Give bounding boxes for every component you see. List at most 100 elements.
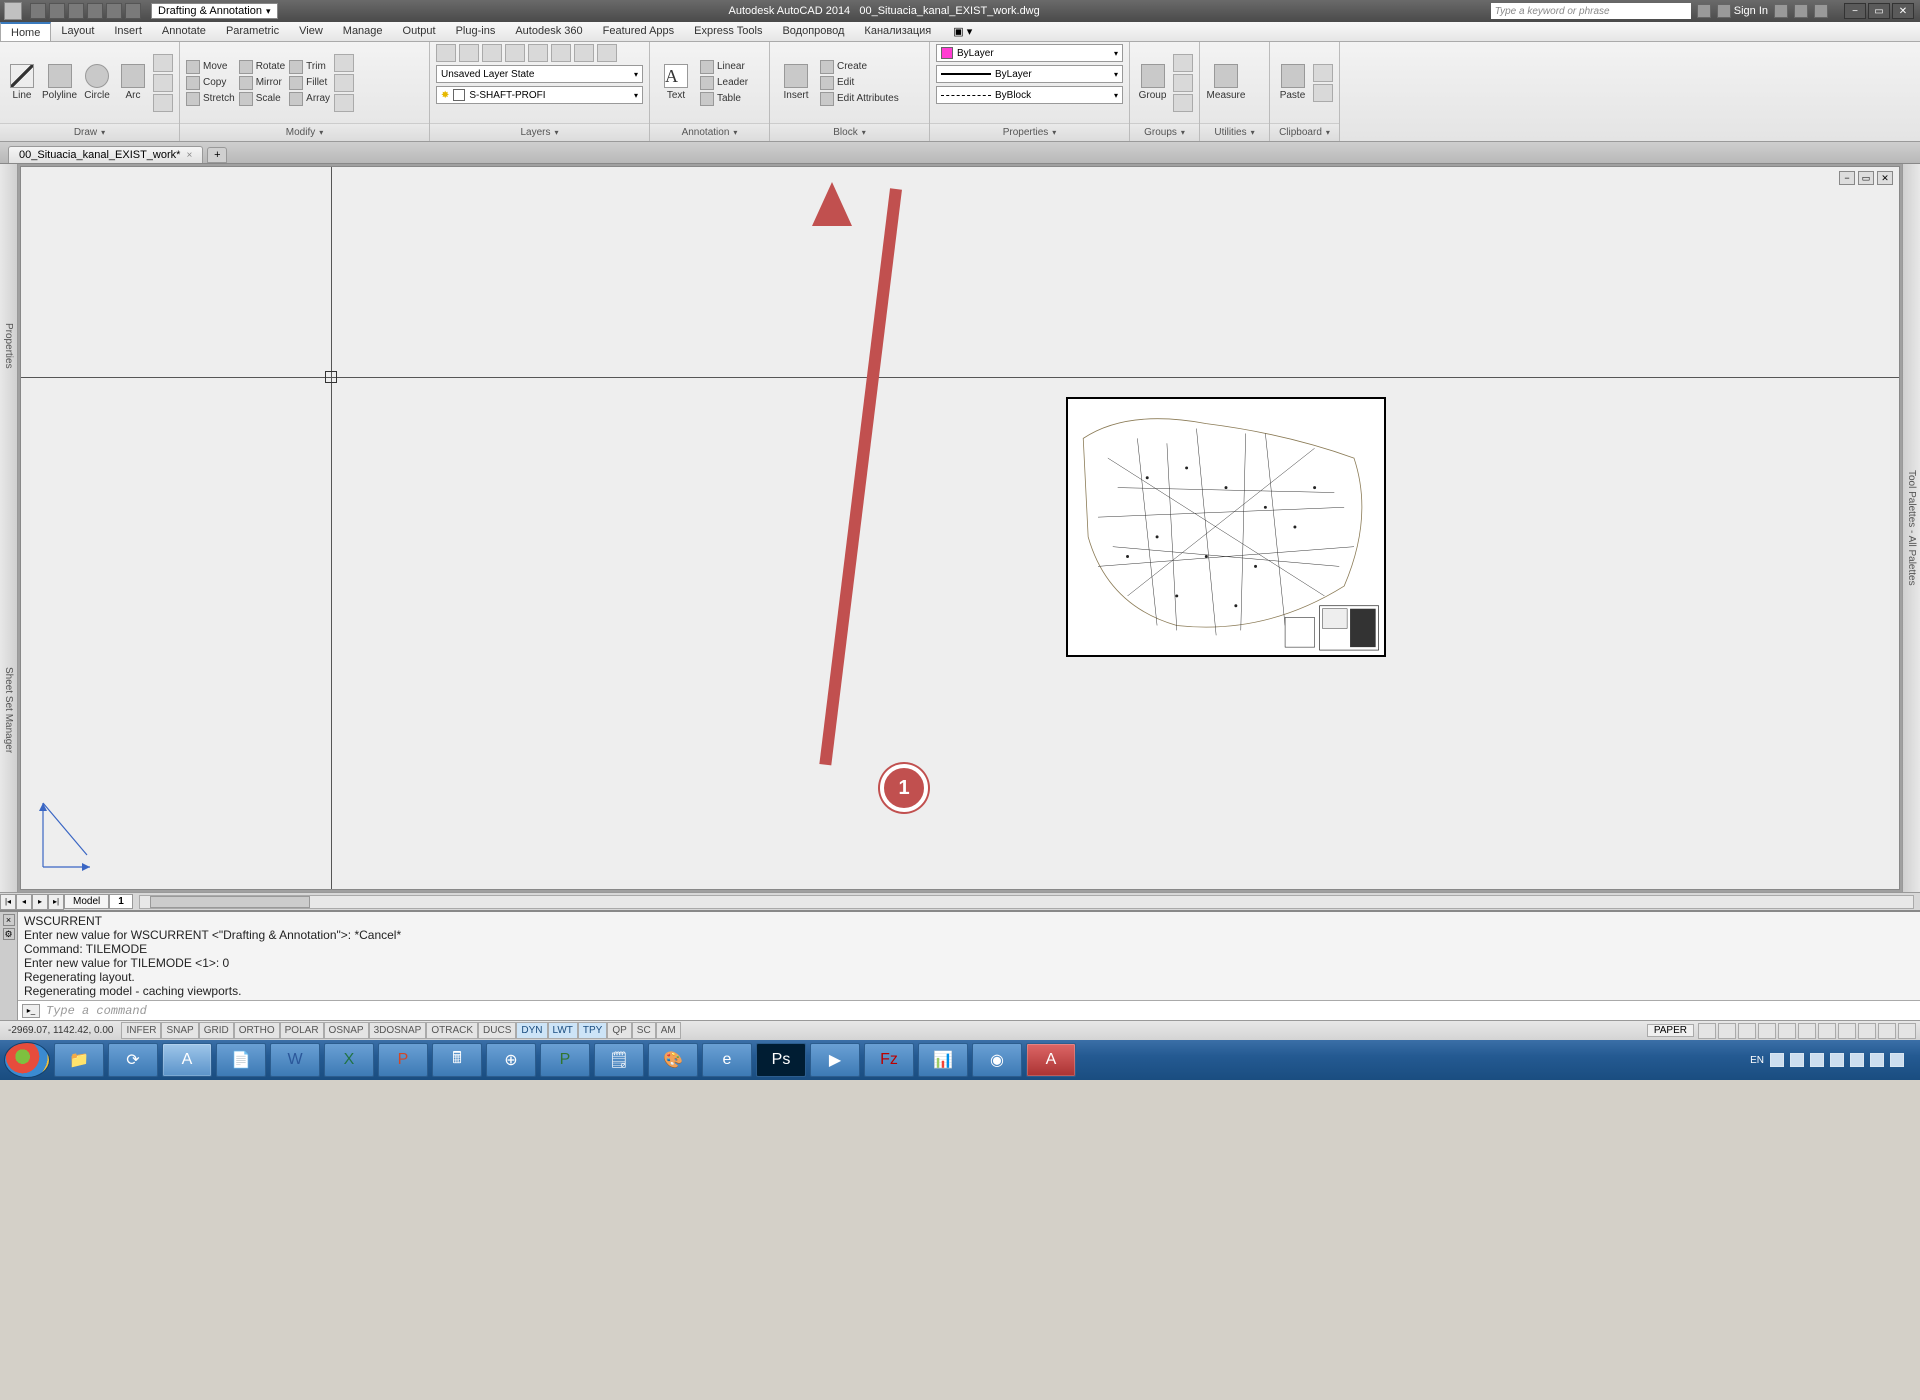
- app-logo[interactable]: [4, 2, 22, 20]
- toggle-qp[interactable]: QP: [607, 1022, 631, 1039]
- scale-button[interactable]: Scale: [239, 92, 285, 106]
- vp-min-icon[interactable]: −: [1839, 171, 1855, 185]
- taskbar-media[interactable]: ▶: [810, 1043, 860, 1077]
- layer-btn-7[interactable]: [574, 44, 594, 62]
- document-tab[interactable]: 00_Situacia_kanal_EXIST_work*×: [8, 146, 203, 163]
- stretch-button[interactable]: Stretch: [186, 92, 235, 106]
- modify-extra-1[interactable]: [334, 54, 354, 72]
- status-icon-8[interactable]: [1838, 1023, 1856, 1039]
- status-icon-1[interactable]: [1698, 1023, 1716, 1039]
- copy-button[interactable]: Copy: [186, 76, 235, 90]
- ribbon-expand-icon[interactable]: ▣ ▾: [945, 22, 980, 41]
- model-paper-toggle[interactable]: PAPER: [1647, 1024, 1694, 1037]
- layer-btn-4[interactable]: [505, 44, 525, 62]
- tray-icon-5[interactable]: [1850, 1053, 1864, 1067]
- group-extra-1[interactable]: [1173, 54, 1193, 72]
- tray-icon-3[interactable]: [1810, 1053, 1824, 1067]
- toggle-ortho[interactable]: ORTHO: [234, 1022, 280, 1039]
- layout-nav-last[interactable]: ▸|: [48, 894, 64, 910]
- status-icon-9[interactable]: [1858, 1023, 1876, 1039]
- toggle-osnap[interactable]: OSNAP: [324, 1022, 369, 1039]
- exchange-icon[interactable]: [1774, 4, 1788, 18]
- tab-featured[interactable]: Featured Apps: [593, 22, 685, 41]
- paste-button[interactable]: Paste: [1276, 64, 1309, 101]
- new-tab-button[interactable]: +: [207, 147, 227, 163]
- layout-nav-prev[interactable]: ◂: [16, 894, 32, 910]
- group-button[interactable]: Group: [1136, 64, 1169, 101]
- layer-btn-8[interactable]: [597, 44, 617, 62]
- panel-title-layers[interactable]: Layers: [430, 123, 649, 141]
- tab-a360[interactable]: Autodesk 360: [505, 22, 592, 41]
- layer-btn-1[interactable]: [436, 44, 456, 62]
- clip-extra-1[interactable]: [1313, 64, 1333, 82]
- line-button[interactable]: Line: [6, 64, 38, 101]
- taskbar-excel[interactable]: X: [324, 1043, 374, 1077]
- panel-title-draw[interactable]: Draw: [0, 123, 179, 141]
- taskbar-photoshop[interactable]: Ps: [756, 1043, 806, 1077]
- plot-icon[interactable]: [87, 3, 103, 19]
- tab-annotate[interactable]: Annotate: [152, 22, 216, 41]
- taskbar-notepad[interactable]: 📄: [216, 1043, 266, 1077]
- vp-max-icon[interactable]: ▭: [1858, 171, 1874, 185]
- toggle-polar[interactable]: POLAR: [280, 1022, 324, 1039]
- taskbar-app-3[interactable]: 📊: [918, 1043, 968, 1077]
- panel-title-clipboard[interactable]: Clipboard: [1270, 123, 1339, 141]
- taskbar-app-1[interactable]: ⟳: [108, 1043, 158, 1077]
- tab-layout[interactable]: Layout: [51, 22, 104, 41]
- tab-plugins[interactable]: Plug-ins: [446, 22, 506, 41]
- tray-volume-icon[interactable]: [1890, 1053, 1904, 1067]
- drawing-canvas[interactable]: − ▭ ✕: [20, 166, 1900, 890]
- coordinates-readout[interactable]: -2969.07, 1142.42, 0.00: [0, 1025, 121, 1036]
- undo-icon[interactable]: [106, 3, 122, 19]
- layout-nav-next[interactable]: ▸: [32, 894, 48, 910]
- tab-sewer[interactable]: Канализация: [854, 22, 941, 41]
- linear-button[interactable]: Linear: [700, 60, 748, 74]
- linetype-dropdown[interactable]: ByBlock: [936, 86, 1123, 104]
- array-button[interactable]: Array: [289, 92, 330, 106]
- tab-water[interactable]: Водопровод: [772, 22, 854, 41]
- status-icon-7[interactable]: [1818, 1023, 1836, 1039]
- h-scrollbar[interactable]: [139, 895, 1914, 909]
- tray-lang[interactable]: EN: [1750, 1055, 1764, 1066]
- panel-title-groups[interactable]: Groups: [1130, 123, 1199, 141]
- tray-icon-2[interactable]: [1790, 1053, 1804, 1067]
- new-icon[interactable]: [30, 3, 46, 19]
- edit-attr-button[interactable]: Edit Attributes: [820, 92, 899, 106]
- layer-btn-3[interactable]: [482, 44, 502, 62]
- status-icon-5[interactable]: [1778, 1023, 1796, 1039]
- taskbar-word[interactable]: W: [270, 1043, 320, 1077]
- arc-button[interactable]: Arc: [117, 64, 149, 101]
- trim-button[interactable]: Trim: [289, 60, 330, 74]
- layer-btn-2[interactable]: [459, 44, 479, 62]
- toggle-am[interactable]: AM: [656, 1022, 681, 1039]
- layer-state-dropdown[interactable]: Unsaved Layer State: [436, 65, 643, 83]
- sign-in-button[interactable]: Sign In: [1717, 4, 1768, 18]
- open-icon[interactable]: [49, 3, 65, 19]
- redo-icon[interactable]: [125, 3, 141, 19]
- help-search-input[interactable]: Type a keyword or phrase: [1491, 3, 1691, 19]
- toggle-infer[interactable]: INFER: [121, 1022, 161, 1039]
- taskbar-powerpoint[interactable]: P: [378, 1043, 428, 1077]
- status-icon-3[interactable]: [1738, 1023, 1756, 1039]
- toggle-sc[interactable]: SC: [632, 1022, 656, 1039]
- tab-home[interactable]: Home: [0, 22, 51, 41]
- close-button[interactable]: ✕: [1892, 3, 1914, 19]
- cmd-close-icon[interactable]: ×: [3, 914, 15, 926]
- taskbar-filezilla[interactable]: Fz: [864, 1043, 914, 1077]
- status-icon-10[interactable]: [1878, 1023, 1896, 1039]
- toggle-ducs[interactable]: DUCS: [478, 1022, 516, 1039]
- paper-viewport[interactable]: [1066, 397, 1386, 657]
- toggle-grid[interactable]: GRID: [199, 1022, 234, 1039]
- fillet-button[interactable]: Fillet: [289, 76, 330, 90]
- panel-title-utilities[interactable]: Utilities: [1200, 123, 1269, 141]
- command-prompt-icon[interactable]: ▸_: [22, 1004, 40, 1018]
- tray-icon-6[interactable]: [1870, 1053, 1884, 1067]
- tool-palettes-tab[interactable]: Tool Palettes - All Palettes: [1902, 164, 1920, 892]
- toggle-snap[interactable]: SNAP: [161, 1022, 198, 1039]
- taskbar-paint[interactable]: 🎨: [648, 1043, 698, 1077]
- tab-insert[interactable]: Insert: [104, 22, 152, 41]
- taskbar-notes[interactable]: 🗒: [594, 1043, 644, 1077]
- tab-view[interactable]: View: [289, 22, 333, 41]
- h-scroll-thumb[interactable]: [150, 896, 310, 908]
- draw-extra-2[interactable]: [153, 74, 173, 92]
